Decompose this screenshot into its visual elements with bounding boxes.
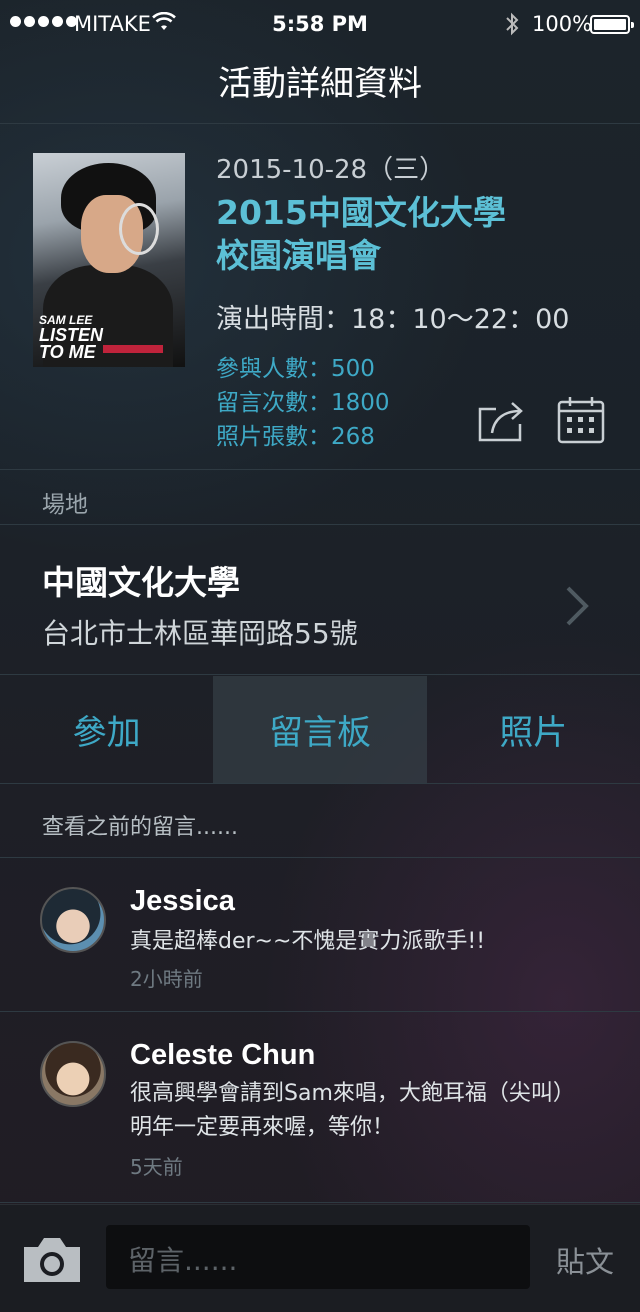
share-icon[interactable] (476, 397, 524, 443)
page-title: 活動詳細資料 (218, 64, 422, 104)
event-date: 2015-10-28（三） (216, 155, 446, 185)
battery-icon (590, 15, 634, 34)
comment-input[interactable]: 留言...... (106, 1225, 530, 1289)
comments-count: 留言次數：1800 (216, 390, 390, 416)
venue-name: 中國文化大學 (42, 563, 240, 602)
event-summary: SAM LEE LISTEN TO ME 2015-10-28（三） 2015中… (0, 125, 640, 470)
view-previous-label: 查看之前的留言...... (42, 815, 238, 840)
bluetooth-icon (506, 12, 519, 36)
comment-author: Jessica (130, 885, 235, 917)
comment-item: Celeste Chun 很高興學會請到Sam來唱，大飽耳福（尖叫） 明年一定要… (0, 1013, 640, 1203)
comment-input-bar: 留言...... 貼文 (0, 1204, 640, 1312)
post-button[interactable]: 貼文 (556, 1239, 614, 1281)
avatar[interactable] (40, 1041, 106, 1107)
event-show-time: 演出時間：18：10～22：00 (216, 304, 570, 335)
avatar[interactable] (40, 887, 106, 953)
chevron-right-icon (566, 586, 589, 626)
camera-icon[interactable] (20, 1235, 84, 1285)
venue-section-header: 場地 (0, 471, 640, 525)
calendar-icon[interactable] (556, 395, 606, 445)
venue-address: 台北市士林區華岡路55號 (42, 617, 358, 650)
event-poster: SAM LEE LISTEN TO ME (33, 153, 185, 367)
photos-count: 照片張數：268 (216, 424, 375, 450)
view-previous-comments[interactable]: 查看之前的留言...... (0, 785, 640, 858)
comment-item: Jessica 真是超棒der~~不愧是實力派歌手!! 2小時前 (0, 859, 640, 1012)
event-title: 2015中國文化大學 校園演唱會 (216, 193, 506, 275)
comment-time: 2小時前 (130, 967, 203, 991)
tab-photos[interactable]: 照片 (427, 676, 640, 783)
status-bar: MITAKE 5:58 PM 100% (0, 0, 640, 50)
tab-message-board[interactable]: 留言板 (213, 676, 427, 783)
venue-section-label: 場地 (42, 492, 88, 518)
comment-text: 真是超棒der~~不愧是實力派歌手!! (130, 929, 486, 954)
battery-percent: 100% (532, 12, 593, 36)
poster-text: SAM LEE LISTEN TO ME (39, 313, 104, 362)
navigation-bar: 活動詳細資料 (0, 50, 640, 124)
comment-time: 5天前 (130, 1155, 183, 1179)
tab-join[interactable]: 參加 (0, 676, 213, 783)
participants-count: 參與人數：500 (216, 356, 375, 382)
venue-row[interactable]: 中國文化大學 台北市士林區華岡路55號 (0, 526, 640, 675)
tab-bar: 參加 留言板 照片 (0, 676, 640, 784)
comment-text: 很高興學會請到Sam來唱，大飽耳福（尖叫） 明年一定要再來喔，等你！ (130, 1081, 575, 1140)
comment-author: Celeste Chun (130, 1039, 316, 1071)
